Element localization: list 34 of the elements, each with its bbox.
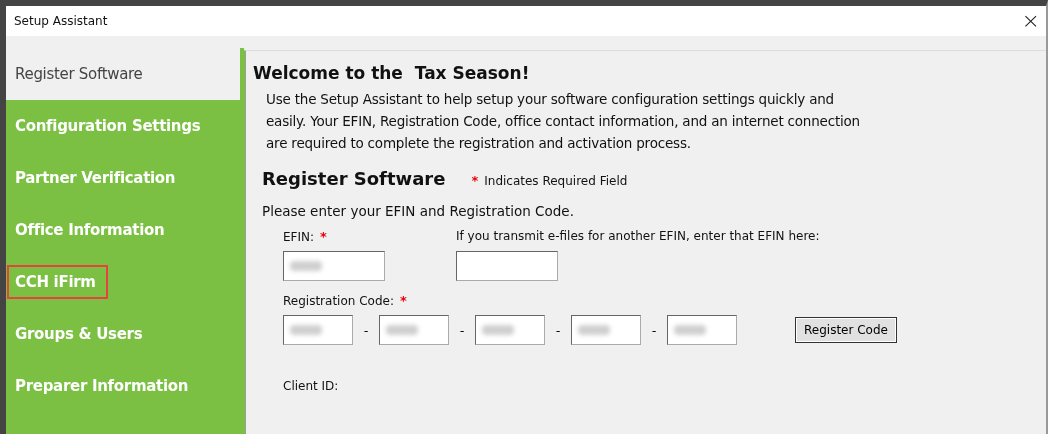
welcome-heading: Welcome to the Tax Season!: [253, 63, 531, 83]
input-field[interactable]: [456, 251, 558, 281]
field-label: If you transmit e-files for another EFIN, enter that EFIN here:: [456, 229, 820, 243]
input-field[interactable]: [667, 315, 737, 345]
highlighted-label: CCH iFirm: [7, 265, 108, 299]
close-button[interactable]: ×: [1015, 10, 1046, 32]
required-label: *: [320, 229, 327, 244]
field-label: Client ID:: [283, 379, 340, 393]
separator-dash: -: [650, 322, 658, 338]
required-label: *: [471, 173, 479, 188]
input-field[interactable]: [283, 315, 353, 345]
field-label: EFIN:: [283, 230, 315, 244]
input-field[interactable]: [379, 315, 449, 345]
sidebar-item[interactable]: CCH iFirm: [6, 256, 244, 308]
intro-text: Use the Setup Assistant to help setup your software configuration settings quickly and easily. Your EFIN, Registration Code, office contact information, and an internet connection are required to complete the registration and activation process.: [266, 90, 861, 153]
window-title: Setup Assistant: [14, 14, 108, 28]
required-label: *: [399, 293, 407, 308]
sidebar-item[interactable]: Configuration Settings: [6, 100, 244, 152]
required-note: Indicates Required Field: [484, 174, 628, 188]
register-code-button[interactable]: Register Code: [795, 317, 897, 343]
sidebar-item[interactable]: Groups & Users: [6, 308, 244, 360]
sidebar-item[interactable]: Preparer Information: [6, 360, 244, 412]
separator-dash: -: [458, 322, 466, 338]
section-title: Register Software: [262, 168, 446, 189]
sidebar-item[interactable]: Partner Verification: [6, 152, 244, 204]
field-label: Registration Code:: [283, 294, 394, 308]
input-field[interactable]: [475, 315, 545, 345]
separator-dash: -: [362, 322, 370, 338]
input-field[interactable]: [571, 315, 641, 345]
instruction-text: Please enter your EFIN and Registration Code.: [262, 203, 575, 219]
sidebar-item[interactable]: Register Software: [6, 48, 240, 100]
separator-dash: -: [554, 322, 562, 338]
sidebar-item[interactable]: Office Information: [6, 204, 244, 256]
input-field[interactable]: [283, 251, 385, 281]
